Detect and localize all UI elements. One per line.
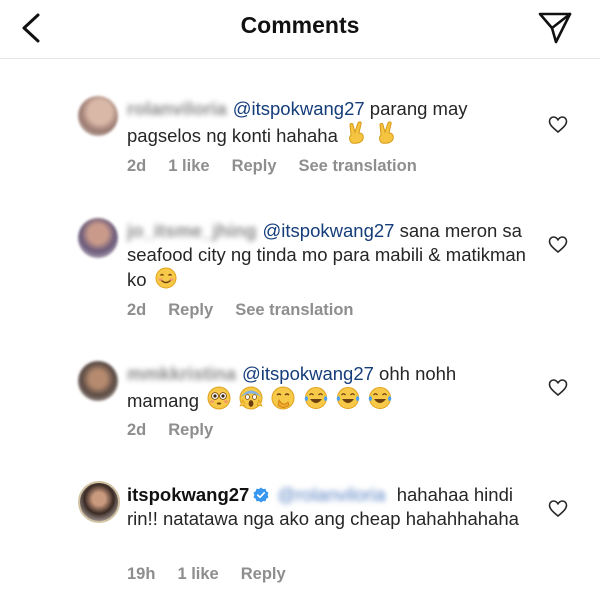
comment-username[interactable]: rolanviloria — [127, 98, 227, 119]
comment-mention[interactable]: @itspokwang27 — [263, 220, 395, 241]
page-title: Comments — [240, 12, 360, 38]
heart-icon[interactable] — [548, 378, 568, 398]
comment-mention[interactable]: @itspokwang27 — [242, 363, 374, 384]
flushed-face-emoji-icon — [207, 386, 231, 410]
heart-icon[interactable] — [548, 235, 568, 255]
comment-meta: 19h 1 like Reply — [127, 565, 308, 584]
comment-time: 2d — [127, 301, 147, 319]
comment-body: rolanviloria @itspokwang27 parang may pag… — [127, 97, 527, 148]
comment-meta: 2d 1 like Reply See translation — [127, 157, 439, 176]
screaming-face-emoji-icon — [239, 386, 263, 410]
heart-icon[interactable] — [548, 499, 568, 519]
see-translation-button[interactable]: See translation — [299, 157, 417, 175]
comment-body: jo_itsme_jhing @itspokwang27 sana meron s… — [127, 219, 527, 292]
likes-count[interactable]: 1 like — [168, 157, 209, 175]
avatar[interactable] — [78, 218, 118, 258]
heart-icon[interactable] — [548, 115, 568, 135]
hand-over-mouth-emoji-icon — [271, 386, 295, 410]
verified-badge-icon — [253, 487, 269, 503]
comment-username[interactable]: itspokwang27 — [127, 484, 249, 505]
avatar[interactable] — [78, 96, 118, 136]
comment-time: 2d — [127, 157, 147, 175]
comment-username[interactable]: mmkkristina — [127, 363, 236, 384]
comments-header: Comments — [0, 0, 600, 59]
comment-mention[interactable]: @rolanviloria — [277, 484, 385, 505]
avatar[interactable] — [78, 481, 120, 523]
comment-time: 19h — [127, 565, 156, 583]
tears-of-joy-emoji-icon — [304, 387, 327, 409]
comment-body: mmkkristina @itspokwang27 ohh nohh mamang — [127, 362, 527, 413]
see-translation-button[interactable]: See translation — [235, 301, 353, 319]
likes-count[interactable]: 1 like — [177, 565, 218, 583]
reply-button[interactable]: Reply — [168, 421, 213, 439]
comment-meta: 2d Reply See translation — [127, 301, 376, 320]
reply-button[interactable]: Reply — [232, 157, 277, 175]
reply-button[interactable]: Reply — [241, 565, 286, 583]
comment-username[interactable]: jo_itsme_jhing — [127, 220, 257, 241]
victory-hand-emoji-icon — [349, 121, 364, 144]
tears-of-joy-emoji-icon — [368, 387, 392, 409]
smiling-face-emoji-icon — [155, 267, 177, 289]
comment-mention[interactable]: @itspokwang27 — [233, 98, 365, 119]
reply-button[interactable]: Reply — [168, 301, 213, 319]
comment-meta: 2d Reply — [127, 421, 235, 440]
comment-body: itspokwang27 @rolanviloria hahahaa hindi… — [127, 483, 527, 531]
avatar[interactable] — [78, 361, 118, 401]
comment-time: 2d — [127, 421, 147, 439]
tears-of-joy-emoji-icon — [336, 387, 359, 409]
paper-plane-icon[interactable] — [536, 8, 574, 46]
victory-hand-emoji-icon — [379, 121, 394, 144]
